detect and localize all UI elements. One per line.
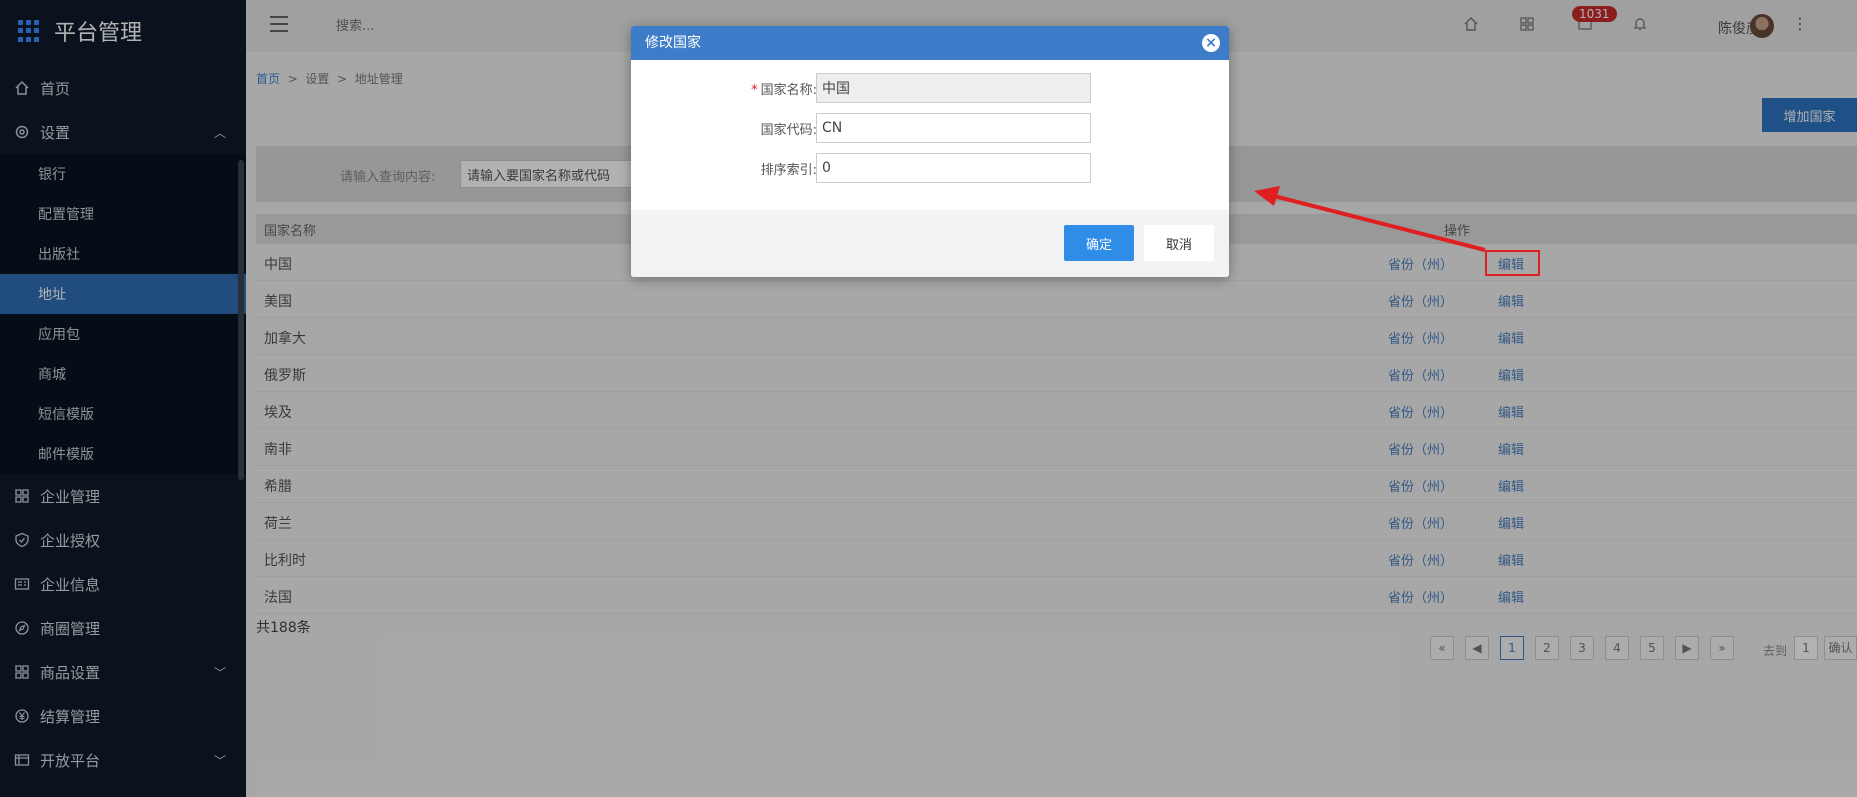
form-row-country-name: * 国家名称: (631, 66, 1229, 106)
close-icon[interactable]: × (1202, 34, 1220, 52)
form-row-sort-index: 排序索引: (631, 146, 1229, 186)
field-label: 排序索引: (760, 163, 817, 178)
dialog-header: 修改国家 × (631, 26, 1229, 60)
sort-index-input[interactable] (816, 153, 1091, 183)
dialog-title: 修改国家 (645, 35, 701, 51)
required-marker: * (751, 83, 758, 98)
field-label: * 国家名称: (751, 83, 817, 98)
country-name-input[interactable] (816, 73, 1091, 103)
field-label: 国家代码: (760, 123, 817, 138)
cancel-button[interactable]: 取消 (1144, 225, 1214, 261)
edit-country-dialog: 修改国家 × *国家名称: 国家代码: 排序索引: 确定 取消 (631, 26, 1229, 277)
form-row-country-code: 国家代码: (631, 106, 1229, 146)
annotation-arrow (1254, 186, 1486, 252)
country-code-input[interactable] (816, 113, 1091, 143)
confirm-button[interactable]: 确定 (1064, 225, 1134, 261)
dialog-footer: 确定 取消 (631, 210, 1229, 277)
